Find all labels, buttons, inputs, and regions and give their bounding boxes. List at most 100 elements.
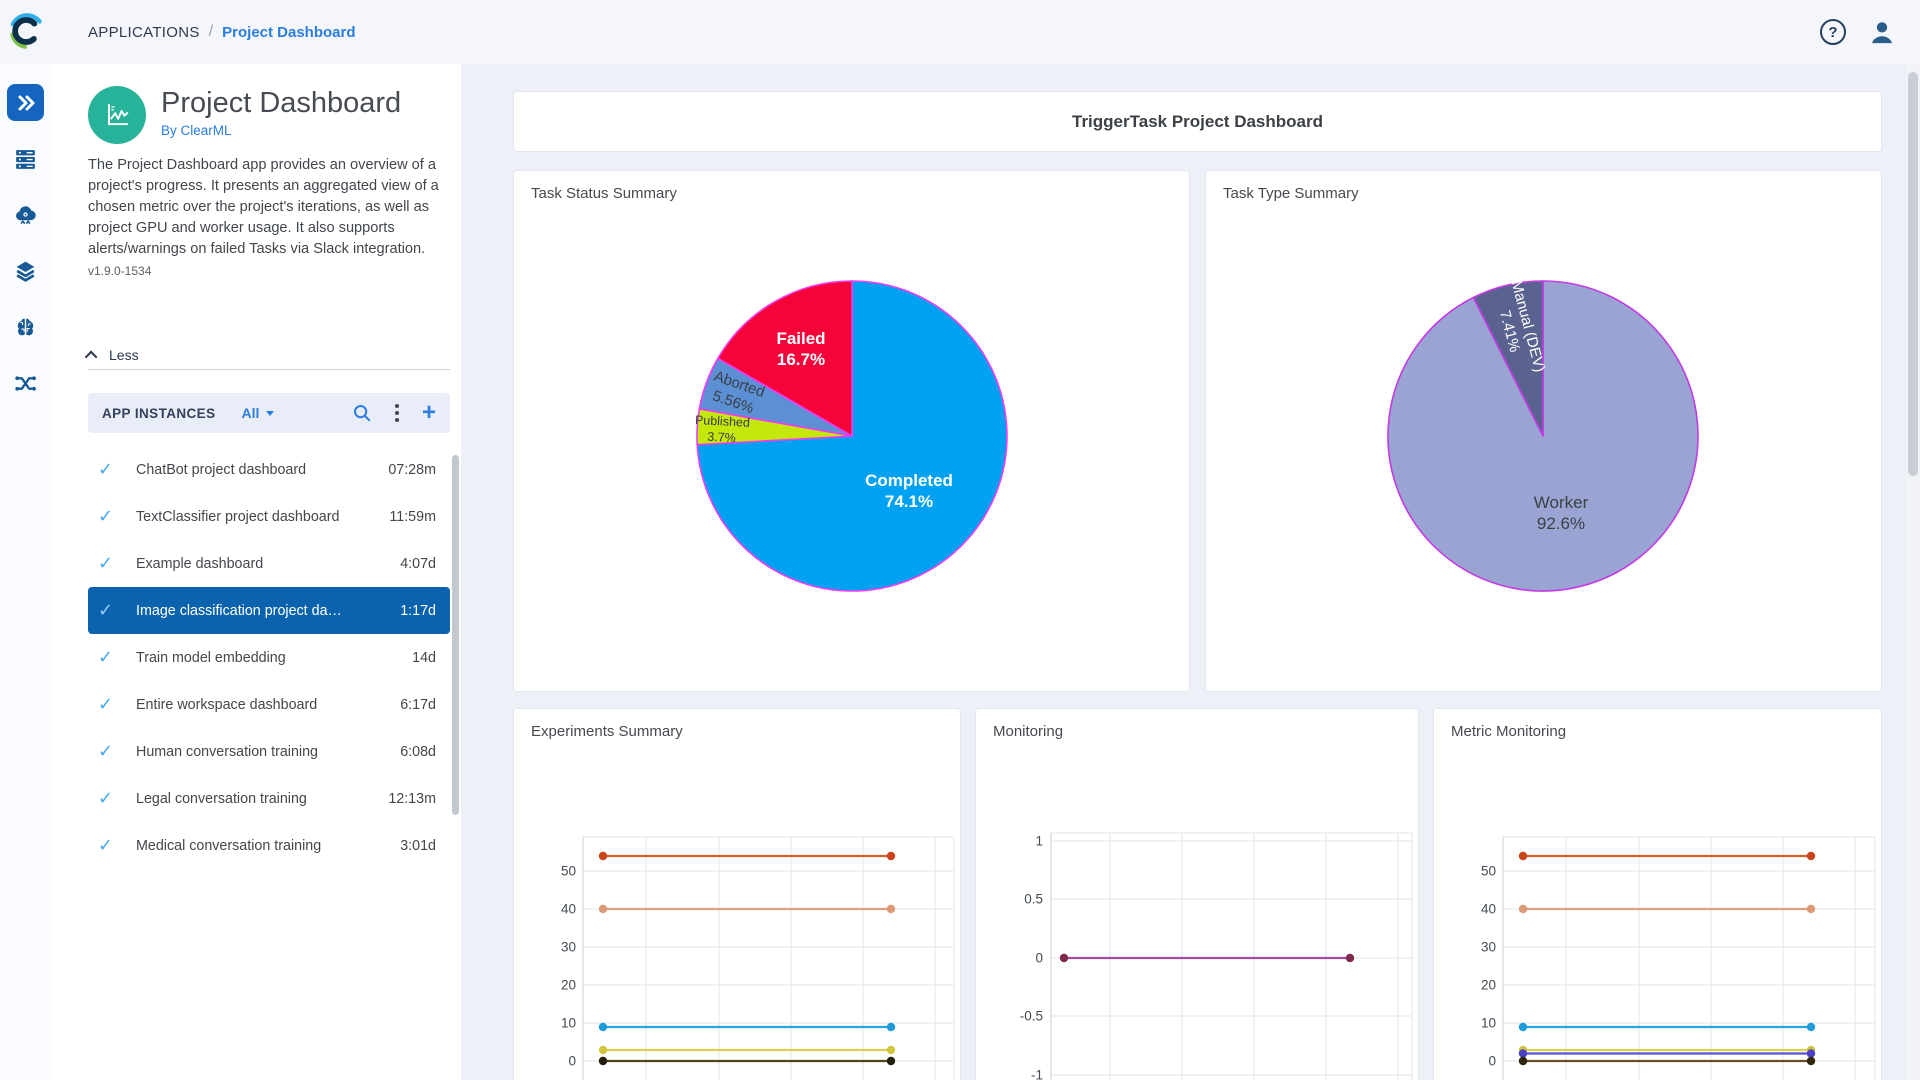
instance-elapsed: 1:17d <box>400 602 436 619</box>
series-marker <box>886 1056 896 1066</box>
dashboard-content: TriggerTask Project Dashboard Task Statu… <box>461 64 1920 1080</box>
y-tick: 0.5 <box>1024 892 1043 907</box>
list-item[interactable]: ✓ Human conversation training 6:08d <box>88 728 450 775</box>
y-tick: 50 <box>561 864 576 879</box>
list-item-selected[interactable]: ✓ Image classification project da… 1:17d <box>88 587 450 634</box>
task-status-summary-card: Task Status Summary Failed 16.7% Aborted 5… <box>513 170 1190 692</box>
task-type-pie-chart[interactable] <box>1206 171 1883 693</box>
y-tick: 30 <box>1481 940 1496 955</box>
y-tick: 40 <box>1481 902 1496 917</box>
nav-models-icon[interactable] <box>7 309 44 346</box>
instances-actions: + <box>352 401 436 425</box>
nav-model-serving-icon[interactable] <box>7 196 44 233</box>
status-check-icon: ✓ <box>98 788 114 808</box>
chevron-up-icon <box>84 350 98 363</box>
cloud-gear-icon <box>16 206 36 224</box>
y-tick: 50 <box>1481 864 1496 879</box>
list-item[interactable]: ✓ Train model embedding 14d <box>88 634 450 681</box>
app-side-panel: Project Dashboard By ClearML The Project… <box>51 64 461 1080</box>
breadcrumb-applications[interactable]: APPLICATIONS <box>88 24 200 41</box>
series-marker <box>886 851 896 861</box>
nav-rail <box>0 64 51 1080</box>
instance-name: Train model embedding <box>136 649 286 666</box>
nav-datasets-icon[interactable] <box>7 253 44 290</box>
y-tick: 1 <box>1035 834 1043 849</box>
list-item[interactable]: ✓ TextClassifier project dashboard 11:59… <box>88 493 450 540</box>
status-check-icon: ✓ <box>98 694 114 714</box>
user-avatar-icon[interactable] <box>1868 18 1896 46</box>
app-instances-toolbar: APP INSTANCES All + <box>88 393 450 433</box>
y-tick: 20 <box>561 978 576 993</box>
instance-elapsed: 6:17d <box>400 696 436 713</box>
page-title: Project Dashboard <box>161 87 402 119</box>
app-instances-list: ✓ ChatBot project dashboard 07:28m ✓ Tex… <box>88 446 450 869</box>
brain-icon <box>17 318 34 336</box>
top-header: APPLICATIONS / Project Dashboard ? <box>0 0 1920 64</box>
app-description: The Project Dashboard app provides an ov… <box>88 157 439 257</box>
series-marker <box>598 1022 608 1032</box>
help-icon[interactable]: ? <box>1820 19 1846 45</box>
add-instance-button[interactable]: + <box>422 401 436 425</box>
topbar-actions: ? <box>1820 0 1896 64</box>
collapse-less-label: Less <box>109 347 139 363</box>
series-marker <box>886 1022 896 1032</box>
y-tick: 10 <box>1481 1016 1496 1031</box>
list-item[interactable]: ✓ ChatBot project dashboard 07:28m <box>88 446 450 493</box>
clearml-logo-icon[interactable] <box>5 10 47 52</box>
instance-name: Entire workspace dashboard <box>136 696 318 713</box>
y-tick: 40 <box>561 902 576 917</box>
status-check-icon: ✓ <box>98 459 114 479</box>
nav-applications-icon[interactable] <box>7 84 44 121</box>
instance-name: TextClassifier project dashboard <box>136 508 340 525</box>
status-check-icon: ✓ <box>98 835 114 855</box>
status-check-icon: ✓ <box>98 647 114 667</box>
y-tick: 10 <box>561 1016 576 1031</box>
monitoring-card: Monitoring 1 0.5 0 -0.5 -1 <box>975 708 1419 1080</box>
app-byline-link[interactable]: By ClearML <box>161 123 401 138</box>
dashboard-title: TriggerTask Project Dashboard <box>1072 111 1323 131</box>
breadcrumb-current-page[interactable]: Project Dashboard <box>222 24 355 41</box>
pipeline-shuffle-icon <box>15 376 36 391</box>
panel-scrollbar-thumb[interactable] <box>452 455 459 815</box>
series-marker <box>886 904 896 914</box>
instance-elapsed: 3:01d <box>400 837 436 854</box>
list-item[interactable]: ✓ Entire workspace dashboard 6:17d <box>88 681 450 728</box>
instance-elapsed: 07:28m <box>388 461 436 478</box>
instance-name: ChatBot project dashboard <box>136 461 307 478</box>
series-marker <box>598 1056 608 1066</box>
metric-monitoring-line-chart[interactable]: 50 40 30 20 10 0 <box>1434 709 1883 1080</box>
nav-workers-queues-icon[interactable] <box>7 140 44 177</box>
instance-name: Example dashboard <box>136 555 264 572</box>
series-marker <box>1518 1022 1528 1032</box>
experiments-summary-card: Experiments Summary 50 40 30 20 10 0 <box>513 708 961 1080</box>
more-options-kebab-icon[interactable] <box>393 402 401 424</box>
status-check-icon: ✓ <box>98 600 114 620</box>
window-scrollbar-thumb[interactable] <box>1908 72 1918 476</box>
y-tick: 0 <box>568 1054 576 1069</box>
experiments-line-chart[interactable]: 50 40 30 20 10 0 <box>514 709 962 1080</box>
list-item[interactable]: ✓ Medical conversation training 3:01d <box>88 822 450 869</box>
instance-name: Medical conversation training <box>136 837 322 854</box>
instance-elapsed: 14d <box>412 649 436 666</box>
collapse-less-button[interactable]: Less <box>84 347 139 363</box>
series-marker <box>598 851 608 861</box>
instances-filter-value: All <box>241 405 260 421</box>
series-marker <box>1806 851 1816 861</box>
panel-divider <box>88 369 450 370</box>
breadcrumb-separator: / <box>208 23 214 40</box>
series-marker <box>1518 904 1528 914</box>
instances-filter-dropdown[interactable]: All <box>241 405 275 421</box>
app-title-block: Project Dashboard By ClearML <box>161 86 401 144</box>
monitoring-line-chart[interactable]: 1 0.5 0 -0.5 -1 <box>976 709 1420 1080</box>
window-scrollbar[interactable] <box>1906 64 1920 1080</box>
nav-pipelines-icon[interactable] <box>7 365 44 402</box>
app-instances-heading: APP INSTANCES <box>102 405 216 421</box>
search-icon[interactable] <box>352 403 372 423</box>
list-item[interactable]: ✓ Legal conversation training 12:13m <box>88 775 450 822</box>
instance-name: Legal conversation training <box>136 790 307 807</box>
y-tick: 0 <box>1035 951 1043 966</box>
task-status-pie-chart[interactable] <box>514 171 1191 693</box>
y-tick: 30 <box>561 940 576 955</box>
list-item[interactable]: ✓ Example dashboard 4:07d <box>88 540 450 587</box>
series-marker <box>1345 953 1355 963</box>
